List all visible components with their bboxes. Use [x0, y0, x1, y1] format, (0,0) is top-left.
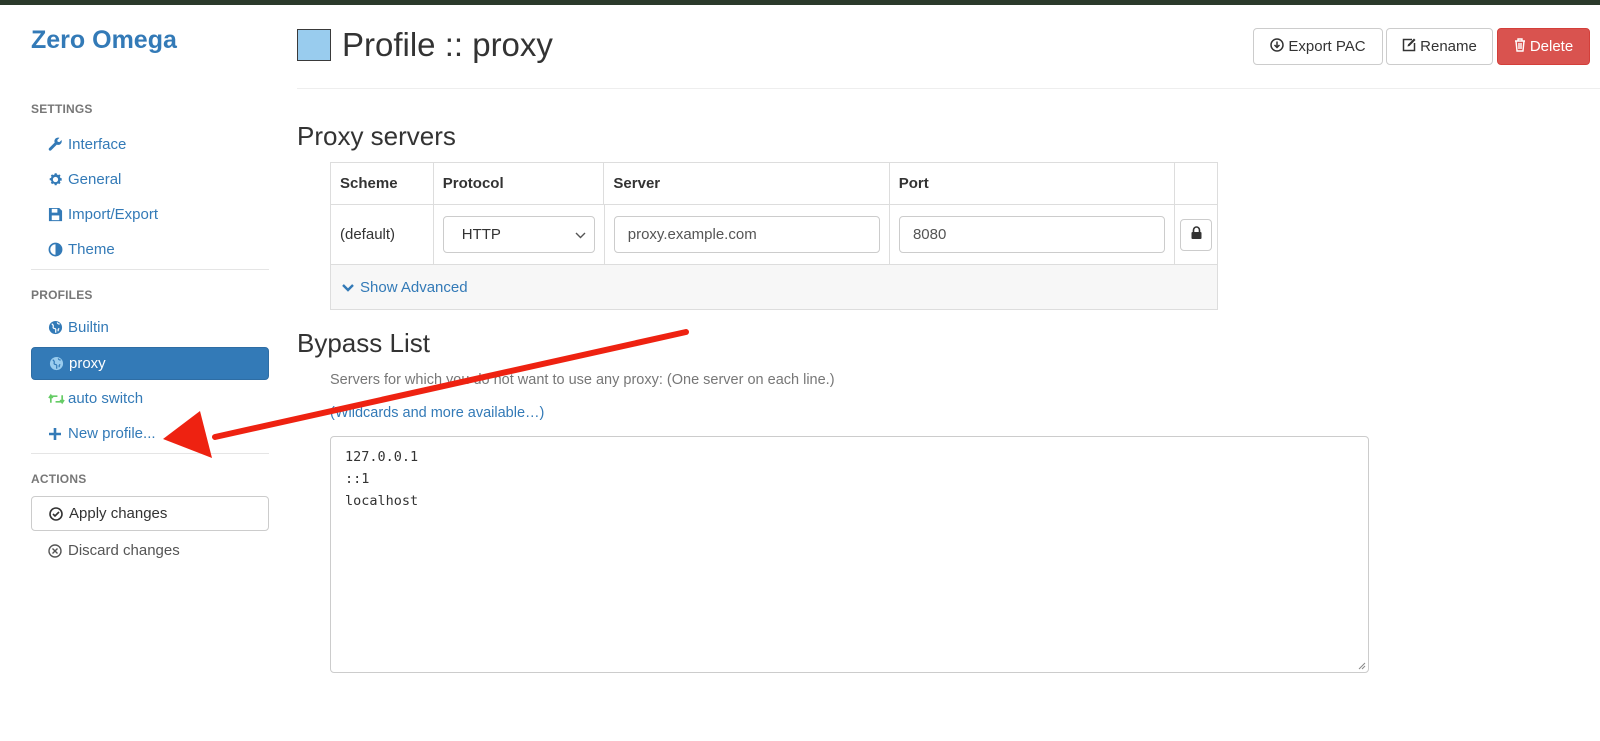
discard-changes-button[interactable]: Discard changes	[31, 534, 269, 567]
sidebar-item-general[interactable]: General	[31, 163, 269, 196]
sidebar-item-new-profile[interactable]: New profile...	[31, 417, 269, 450]
wrench-icon	[48, 137, 66, 152]
export-pac-label: Export PAC	[1288, 38, 1366, 55]
sidebar-item-label: General	[68, 171, 122, 188]
column-header-port: Port	[890, 163, 1176, 204]
wildcards-help-link[interactable]: (Wildcards and more available…)	[330, 405, 544, 421]
bypass-help-text: Servers for which you do not want to use…	[330, 372, 835, 388]
trash-icon	[1514, 37, 1526, 56]
window-top-bar	[0, 0, 1600, 5]
chevron-down-icon	[342, 279, 354, 296]
protocol-value: HTTP	[461, 226, 501, 243]
sidebar-item-label: auto switch	[68, 390, 144, 407]
apply-changes-button[interactable]: Apply changes	[31, 496, 269, 531]
sidebar-item-label: Builtin	[68, 319, 109, 336]
download-icon	[1270, 37, 1285, 56]
table-row: (default) HTTP proxy.example.com 8080	[331, 205, 1217, 265]
settings-header: SETTINGS	[31, 102, 93, 116]
bypass-list-title: Bypass List	[297, 328, 430, 358]
server-input[interactable]: proxy.example.com	[613, 216, 880, 253]
bypass-entry: localhost	[345, 493, 419, 509]
port-cell: 8080	[890, 205, 1176, 264]
retweet-icon	[48, 392, 66, 406]
table-header-row: Scheme Protocol Server Port	[331, 163, 1217, 205]
header-divider	[297, 88, 1600, 89]
proxy-servers-title: Proxy servers	[297, 121, 456, 151]
floppy-icon	[48, 207, 66, 222]
protocol-cell: HTTP	[434, 205, 605, 264]
sidebar-item-builtin[interactable]: Builtin	[31, 311, 269, 344]
rename-label: Rename	[1420, 38, 1477, 55]
globe-icon	[49, 356, 67, 371]
auth-cell	[1175, 205, 1217, 264]
profiles-header: PROFILES	[31, 288, 93, 302]
delete-button[interactable]: Delete	[1497, 28, 1590, 65]
sidebar-item-label: proxy	[69, 355, 106, 372]
bypass-list-textarea[interactable]: 127.0.0.1 ::1 localhost	[330, 436, 1369, 673]
bypass-entry: ::1	[345, 471, 370, 487]
port-input[interactable]: 8080	[898, 216, 1166, 253]
x-circle-icon	[48, 543, 66, 558]
sidebar-item-import-export[interactable]: Import/Export	[31, 198, 269, 231]
contrast-icon	[48, 242, 66, 257]
rename-button[interactable]: Rename	[1386, 28, 1493, 65]
profile-color-swatch[interactable]	[297, 29, 331, 61]
column-header-protocol: Protocol	[434, 163, 605, 204]
sidebar-item-label: Import/Export	[68, 206, 159, 223]
auth-lock-button[interactable]	[1180, 218, 1213, 251]
bypass-entry: 127.0.0.1	[345, 449, 419, 465]
show-advanced-link[interactable]: Show Advanced	[331, 265, 1217, 309]
actions-header: ACTIONS	[31, 472, 87, 486]
server-cell: proxy.example.com	[605, 205, 890, 264]
app-brand[interactable]: Zero Omega	[31, 26, 177, 55]
sidebar-item-label: Theme	[68, 241, 115, 258]
lock-icon	[1191, 226, 1202, 243]
show-advanced-label: Show Advanced	[360, 278, 468, 296]
column-header-server: Server	[604, 163, 890, 204]
check-circle-icon	[49, 506, 67, 521]
sidebar-divider	[31, 453, 269, 454]
protocol-select[interactable]: HTTP	[442, 216, 595, 253]
sidebar-item-interface[interactable]: Interface	[31, 128, 269, 161]
edit-icon	[1402, 38, 1416, 56]
sidebar-item-proxy[interactable]: proxy	[31, 347, 269, 380]
column-header-empty	[1175, 163, 1217, 204]
page-title: Profile :: proxy	[342, 26, 553, 63]
discard-changes-label: Discard changes	[68, 542, 180, 559]
sidebar-item-label: Interface	[68, 136, 127, 153]
sidebar-divider	[31, 269, 269, 270]
scheme-cell: (default)	[331, 205, 434, 264]
chevron-down-icon	[575, 226, 586, 243]
apply-changes-label: Apply changes	[69, 505, 168, 522]
delete-label: Delete	[1529, 38, 1574, 55]
sidebar-item-theme[interactable]: Theme	[31, 233, 269, 266]
resize-grip-icon[interactable]	[1356, 660, 1366, 670]
sidebar-item-label: New profile...	[68, 425, 156, 442]
globe-icon	[48, 320, 66, 335]
proxy-servers-table: Scheme Protocol Server Port (default) HT…	[330, 162, 1218, 310]
export-pac-button[interactable]: Export PAC	[1253, 28, 1383, 65]
sidebar-item-auto-switch[interactable]: auto switch	[31, 382, 269, 415]
gear-icon	[48, 172, 66, 187]
column-header-scheme: Scheme	[331, 163, 434, 204]
plus-icon	[48, 427, 66, 441]
